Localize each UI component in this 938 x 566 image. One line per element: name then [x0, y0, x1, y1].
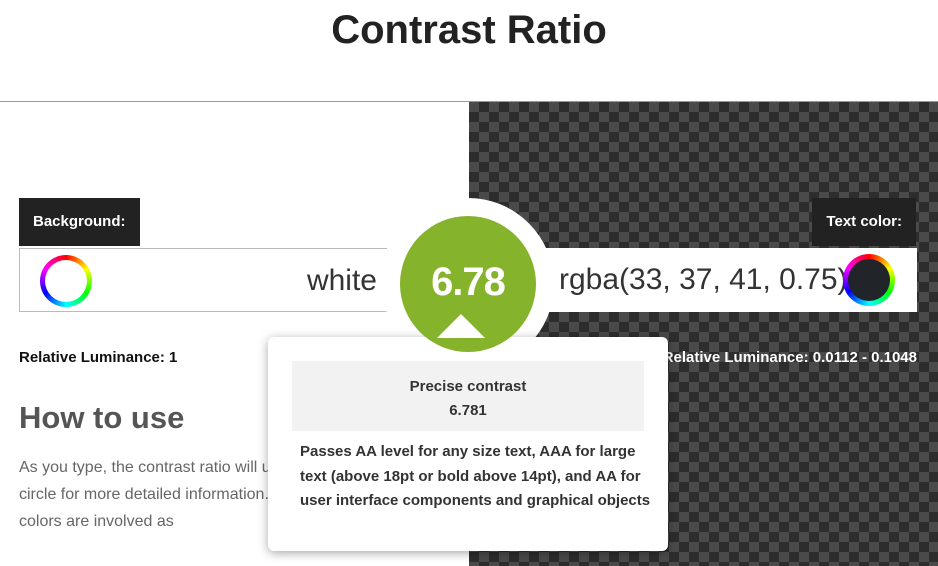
- how-to-use-heading: How to use: [19, 400, 185, 435]
- pass-level-text: Passes AA level for any size text, AAA f…: [300, 443, 651, 509]
- text-color-input-value[interactable]: rgba(33, 37, 41, 0.75): [559, 248, 848, 312]
- color-wheel-icon[interactable]: [40, 255, 92, 307]
- background-input[interactable]: white: [19, 248, 387, 312]
- background-relative-luminance: Relative Luminance: 1: [19, 349, 178, 366]
- contrast-tooltip: Precise contrast 6.781 Passes AA level f…: [268, 337, 668, 551]
- color-wheel-icon[interactable]: [843, 254, 895, 306]
- text-color-relative-luminance: Relative Luminance: 0.0112 - 0.1048: [662, 349, 917, 366]
- background-input-value[interactable]: white: [307, 249, 377, 313]
- precise-contrast-label: Precise contrast: [409, 378, 527, 395]
- precise-contrast-box: Precise contrast 6.781: [292, 361, 644, 431]
- tooltip-arrow: [437, 314, 485, 338]
- background-label: Background:: [19, 198, 140, 246]
- precise-contrast-value: 6.781: [449, 402, 487, 419]
- text-color-input[interactable]: rgba(33, 37, 41, 0.75): [545, 248, 917, 312]
- contrast-ratio-value: 6.78: [431, 260, 506, 304]
- text-color-label: Text color:: [812, 198, 916, 246]
- page-title: Contrast Ratio: [331, 8, 607, 52]
